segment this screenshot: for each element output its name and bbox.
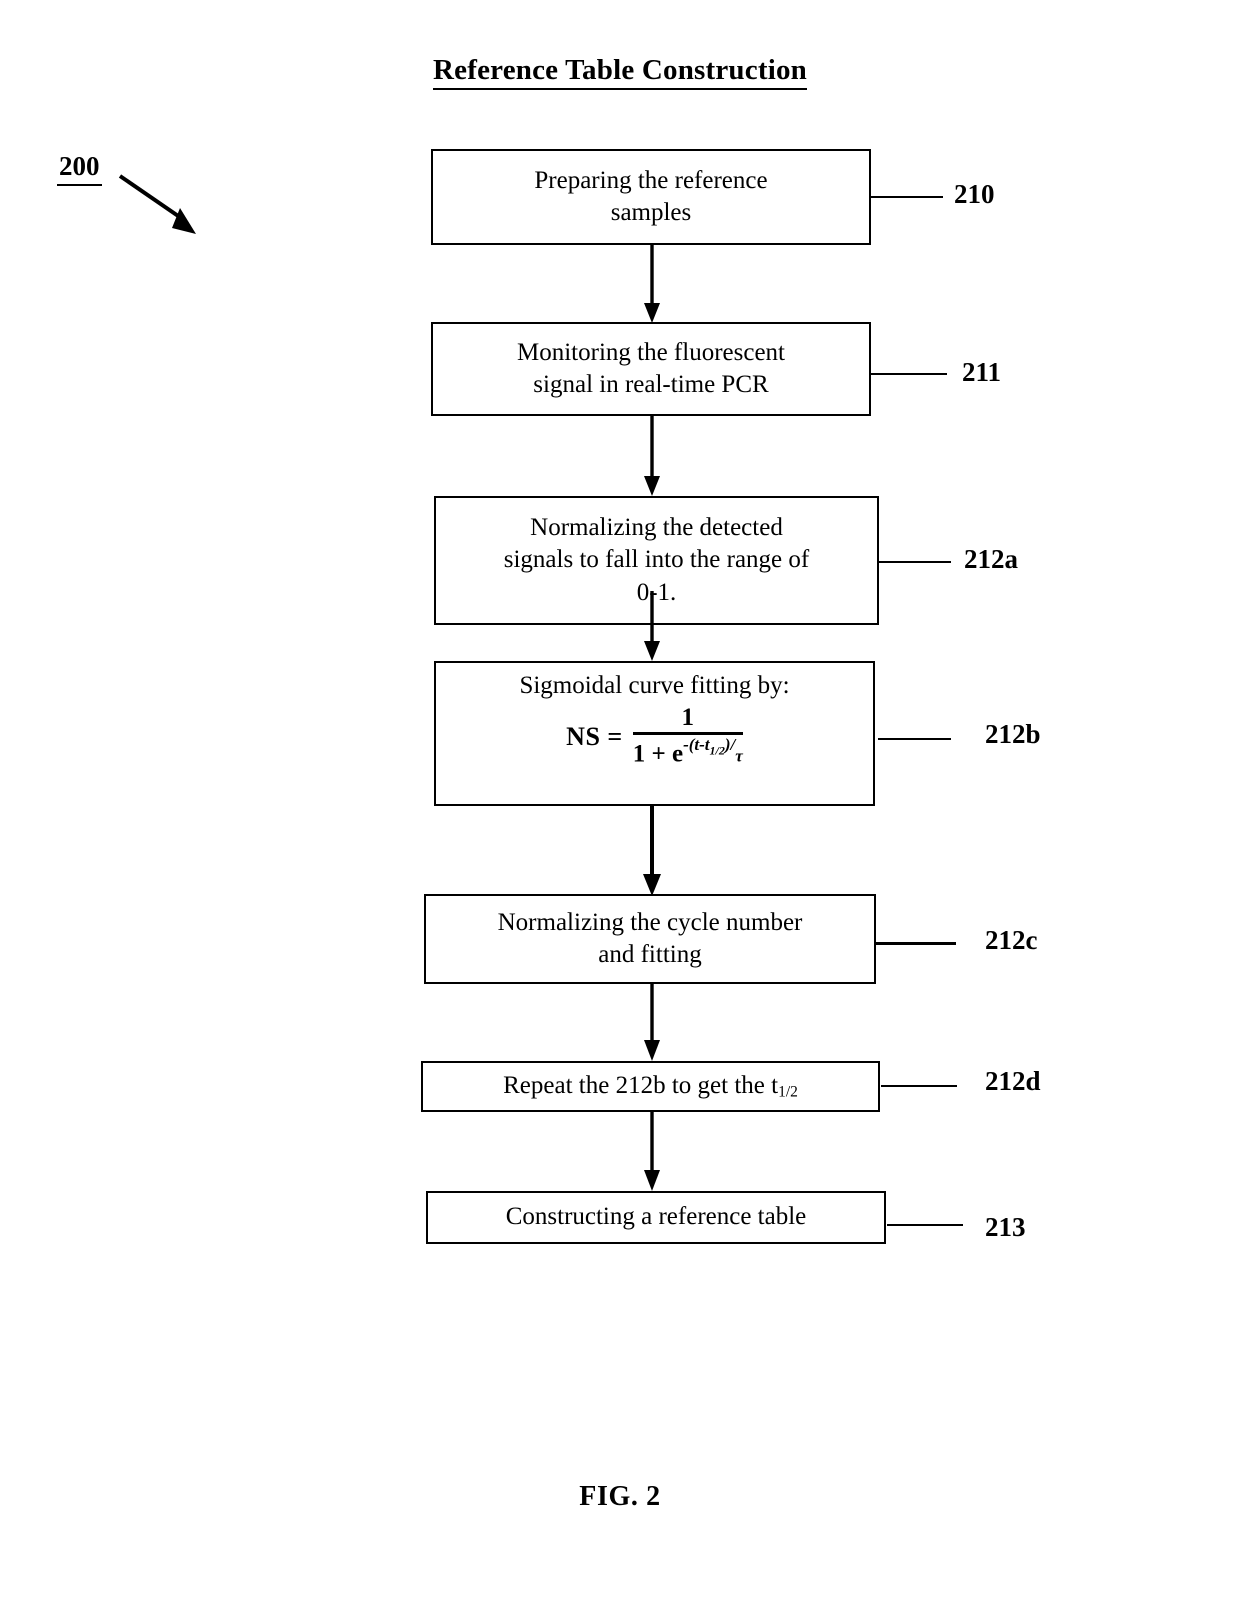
connector-212a-to-212b xyxy=(644,591,660,661)
flow-step-212d-prefix: Repeat the 212b to get the t xyxy=(503,1072,779,1100)
ref-numeral-210: 210 xyxy=(954,179,995,209)
leader-line-212c xyxy=(876,942,956,945)
flow-step-211-line1: Monitoring the fluorescent xyxy=(517,338,785,366)
formula-fraction: 1 1 + e-(t-t1/2)/τ xyxy=(632,704,743,769)
leader-line-212d xyxy=(881,1085,957,1088)
flow-step-211-line2: signal in real-time PCR xyxy=(533,371,769,398)
formula-denominator-base: 1 + e xyxy=(632,740,684,768)
page-title: Reference Table Construction xyxy=(0,54,1240,90)
flow-step-213-line1: Constructing a reference table xyxy=(505,1203,807,1231)
flow-step-212c-line1: Normalizing the cycle number xyxy=(497,908,803,936)
connector-210-to-211 xyxy=(644,245,660,323)
flow-step-212a-line2: signals to fall into the range of xyxy=(503,546,810,574)
leader-line-211 xyxy=(871,373,947,376)
flow-step-211[interactable]: Monitoring the fluorescent signal in rea… xyxy=(431,322,871,416)
ref-numeral-212c: 212c xyxy=(985,925,1038,955)
formula-tau: τ xyxy=(735,746,743,766)
flow-step-212b-heading: Sigmoidal curve fitting by: xyxy=(519,672,790,699)
leader-line-212b xyxy=(878,738,951,741)
page-title-text: Reference Table Construction xyxy=(433,54,807,90)
flow-step-212c[interactable]: Normalizing the cycle number and fitting xyxy=(424,894,876,984)
formula-equals: = xyxy=(607,722,623,752)
connector-212c-to-212d xyxy=(644,984,660,1061)
ref-numeral-212a: 212a xyxy=(964,544,1018,574)
ref-numeral-212d: 212d xyxy=(985,1066,1041,1096)
connector-212b-to-212c xyxy=(643,806,661,896)
flow-step-210-line2: samples xyxy=(610,199,692,226)
ref-numeral-212b: 212b xyxy=(985,719,1041,749)
flow-step-210-line1: Preparing the reference xyxy=(534,166,768,194)
formula-lhs: NS = xyxy=(566,722,623,752)
ref-numeral-213: 213 xyxy=(985,1212,1026,1242)
formula-numerator: 1 xyxy=(681,704,695,731)
flow-step-212d-text: Repeat the 212b to get the t1/2 xyxy=(503,1070,798,1103)
flow-step-213[interactable]: Constructing a reference table xyxy=(426,1191,886,1244)
formula-exponent-subscript: 1/2 xyxy=(709,743,725,758)
flow-step-212b[interactable]: Sigmoidal curve fitting by: NS = 1 1 + e… xyxy=(434,661,875,806)
flow-step-212d[interactable]: Repeat the 212b to get the t1/2 xyxy=(421,1061,880,1112)
connector-211-to-212a xyxy=(644,416,660,496)
flow-step-212c-line2: and fitting xyxy=(598,941,702,968)
flow-step-212d-subscript: 1/2 xyxy=(778,1083,798,1101)
diagram-reference-numeral: 200 xyxy=(57,151,102,186)
flow-step-212a-line1: Normalizing the detected xyxy=(530,513,783,541)
connector-212d-to-213 xyxy=(644,1112,660,1191)
formula-denominator: 1 + e-(t-t1/2)/τ xyxy=(633,735,743,769)
flow-step-210[interactable]: Preparing the reference samples xyxy=(431,149,871,245)
diagram-reference-arrow-icon xyxy=(118,174,196,234)
figure-caption: FIG. 2 xyxy=(579,1481,661,1512)
leader-line-213 xyxy=(887,1224,963,1227)
leader-line-212a xyxy=(879,561,951,564)
ref-numeral-211: 211 xyxy=(962,357,1002,387)
flow-step-212b-formula: NS = 1 1 + e-(t-t1/2)/τ xyxy=(446,704,863,769)
leader-line-210 xyxy=(871,196,943,199)
formula-exponent: -(t-t1/2)/ xyxy=(683,734,736,758)
